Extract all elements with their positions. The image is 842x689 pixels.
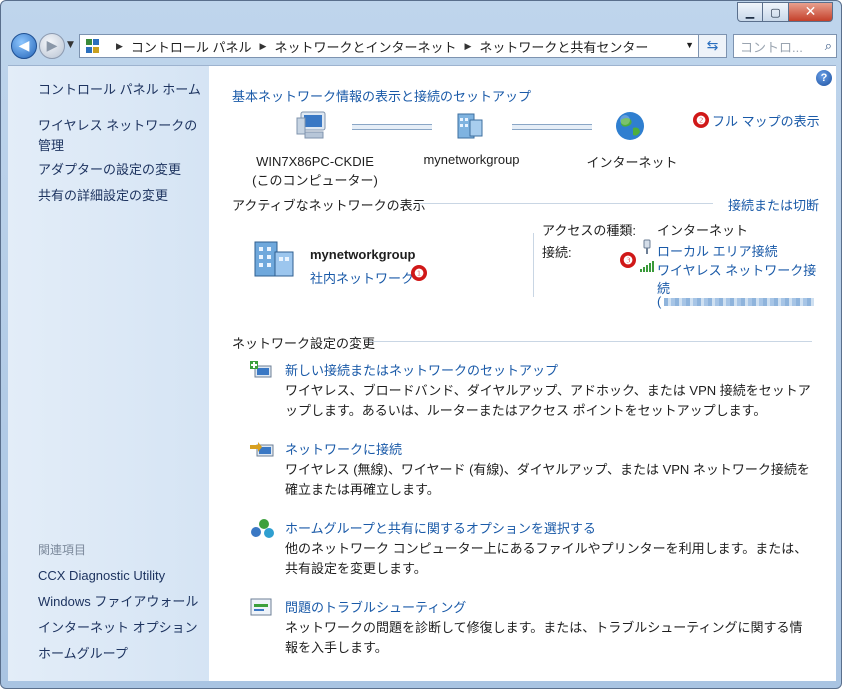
map-connection-line [512, 124, 592, 130]
breadcrumb-control-panel[interactable]: コントロール パネル [131, 37, 252, 56]
breadcrumb-network-internet[interactable]: ネットワークとインターネット [274, 37, 456, 56]
related-item-firewall[interactable]: Windows ファイアウォール [38, 592, 208, 612]
sidebar-item-adapter-settings[interactable]: アダプターの設定の変更 [38, 160, 208, 180]
vertical-divider [533, 233, 534, 297]
setting-description: ネットワークの問題を診断して修復します。または、トラブルシューティングに関する情… [285, 620, 803, 655]
breadcrumb-separator-icon[interactable]: ▶ [464, 41, 471, 52]
wireless-connection-link[interactable]: ワイヤレス ネットワーク接 [657, 260, 816, 279]
related-item-internet-options[interactable]: インターネット オプション [38, 618, 208, 638]
computer-label: WIN7X86PC-CKDIE (このコンピューター) [252, 154, 378, 188]
network-building-icon [254, 241, 294, 277]
redacted-ssid [664, 298, 814, 306]
search-input[interactable]: コントロ... ⌕ [733, 34, 837, 58]
breadcrumb-separator-icon[interactable]: ▶ [260, 41, 267, 52]
access-type-label: アクセスの種類: [542, 223, 636, 238]
help-icon[interactable]: ? [816, 70, 832, 86]
search-placeholder: コントロ... [740, 39, 803, 55]
connections-label: 接続: [542, 245, 572, 260]
new-connection-icon [250, 361, 272, 378]
globe-icon [616, 112, 644, 140]
sidebar-item-manage-wireless[interactable]: ワイヤレス ネットワークの管理 [38, 116, 208, 156]
address-bar[interactable]: ▶ コントロール パネル ▶ ネットワークとインターネット ▶ ネットワークと共… [79, 34, 699, 58]
sidebar-item-control-panel-home[interactable]: コントロール パネル ホーム [38, 80, 208, 100]
search-icon[interactable]: ⌕ [825, 38, 832, 54]
setting-description: ワイヤレス (無線)、ワイヤード (有線)、ダイヤルアップ、または VPN ネッ… [285, 462, 810, 497]
related-item-ccx[interactable]: CCX Diagnostic Utility [38, 566, 208, 586]
maximize-button[interactable]: ▢ [763, 2, 789, 22]
access-type-value: インターネット [657, 223, 749, 238]
full-map-link[interactable]: フル マップの表示 [712, 111, 820, 130]
setting-description: 他のネットワーク コンピューター上にあるファイルやプリンターを利用します。または… [285, 541, 808, 576]
ethernet-icon [643, 239, 651, 254]
setting-title[interactable]: ネットワークに接続 [285, 439, 402, 458]
computer-icon [296, 111, 326, 139]
active-network-name: mynetworkgroup [310, 247, 416, 262]
address-dropdown-icon[interactable]: ▼ [685, 40, 694, 50]
network-label: mynetworkgroup [423, 152, 520, 167]
change-settings-heading: ネットワーク設定の変更 [232, 336, 376, 351]
control-panel-icon [86, 39, 100, 53]
breadcrumb-network-sharing-center[interactable]: ネットワークと共有センター [479, 37, 648, 56]
related-heading: 関連項目 [38, 543, 87, 557]
setting-title[interactable]: 新しい接続またはネットワークのセットアップ [285, 360, 558, 379]
navigation-bar: ◀ ▶ ▼ ▶ コントロール パネル ▶ ネットワークとインターネット ▶ ネッ… [7, 31, 837, 61]
main-content: ? 基本ネットワーク情報の表示と接続のセットアップ ❷ フル マップの表示 WI… [209, 65, 836, 681]
setting-title[interactable]: 問題のトラブルシューティング [285, 597, 466, 616]
section-divider [419, 203, 713, 204]
local-area-connection-link[interactable]: ローカル エリア接続 [657, 241, 778, 260]
network-icon [457, 113, 483, 139]
setting-title[interactable]: ホームグループと共有に関するオプションを選択する [285, 518, 596, 537]
annotation-marker-1: ❶ [411, 265, 427, 281]
map-connection-line [352, 124, 432, 130]
active-networks-heading: アクティブなネットワークの表示 [232, 198, 426, 213]
recent-pages-dropdown[interactable]: ▼ [67, 40, 74, 50]
close-button[interactable]: ✕ [789, 2, 833, 22]
sidebar: コントロール パネル ホーム ワイヤレス ネットワークの管理 アダプターの設定の… [8, 65, 209, 681]
window-frame: ▁ ▢ ✕ ◀ ▶ ▼ ▶ コントロール パネル ▶ ネットワークとインターネッ… [0, 0, 842, 689]
setting-description: ワイヤレス、ブロードバンド、ダイヤルアップ、アドホック、または VPN 接続をセ… [285, 383, 811, 418]
minimize-button[interactable]: ▁ [737, 2, 763, 22]
forward-button[interactable]: ▶ [39, 33, 65, 59]
breadcrumb-separator-icon[interactable]: ▶ [116, 41, 123, 52]
ssid-prefix: ( [657, 294, 662, 309]
sidebar-item-advanced-sharing[interactable]: 共有の詳細設定の変更 [38, 186, 208, 206]
page-title: 基本ネットワーク情報の表示と接続のセットアップ [232, 89, 532, 104]
back-button[interactable]: ◀ [11, 33, 37, 59]
internet-label: インターネット [586, 155, 678, 170]
annotation-marker-3: ❸ [620, 252, 636, 268]
troubleshoot-icon [250, 598, 272, 616]
section-divider [369, 341, 812, 342]
window-controls: ▁ ▢ ✕ [737, 2, 833, 22]
related-item-homegroup[interactable]: ホームグループ [38, 644, 208, 664]
connect-network-icon [250, 442, 274, 457]
refresh-button[interactable]: ⇆ [699, 34, 727, 58]
network-type-link[interactable]: 社内ネットワーク [310, 268, 414, 287]
homegroup-icon [251, 519, 274, 538]
annotation-marker-2: ❷ [693, 112, 709, 128]
connect-disconnect-link[interactable]: 接続または切断 [728, 195, 819, 214]
wireless-signal-icon [640, 261, 654, 272]
